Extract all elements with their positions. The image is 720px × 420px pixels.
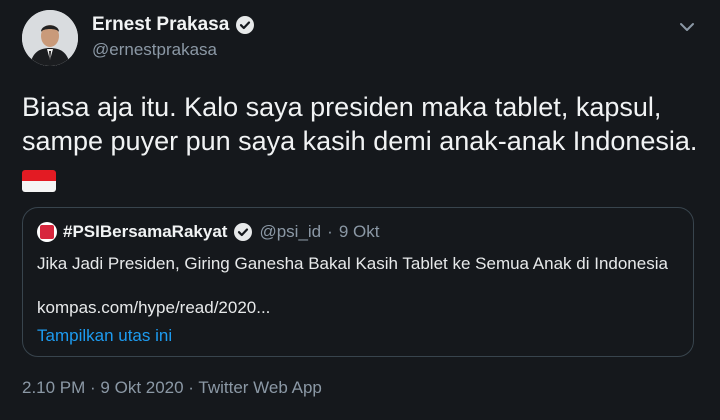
author-name[interactable]: Ernest Prakasa bbox=[92, 14, 229, 36]
show-thread-link[interactable]: Tampilkan utas ini bbox=[37, 326, 172, 346]
tweet-text-line: Biasa aja itu. Kalo saya presiden maka t… bbox=[22, 92, 662, 122]
quoted-link[interactable]: kompas.com/hype/read/2020... bbox=[37, 298, 270, 318]
quoted-avatar[interactable] bbox=[37, 222, 57, 242]
quoted-tweet[interactable]: #PSIBersamaRakyat @psi_id · 9 Okt Jika J… bbox=[22, 207, 694, 357]
indonesia-flag-icon bbox=[22, 170, 56, 192]
tweet-card: Ernest Prakasa @ernestprakasa Biasa aja … bbox=[0, 0, 720, 420]
tweet-text: Biasa aja itu. Kalo saya presiden maka t… bbox=[22, 90, 702, 158]
quoted-date[interactable]: 9 Okt bbox=[339, 222, 380, 242]
author-info: Ernest Prakasa @ernestprakasa bbox=[92, 14, 255, 60]
separator-dot: · bbox=[327, 222, 333, 241]
quoted-tweet-header: #PSIBersamaRakyat @psi_id · 9 Okt bbox=[37, 222, 379, 242]
quoted-author-handle[interactable]: @psi_id bbox=[259, 222, 321, 242]
tweet-text-line: sampe puyer pun saya kasih demi anak-ana… bbox=[22, 126, 698, 156]
quoted-author-name[interactable]: #PSIBersamaRakyat bbox=[63, 222, 227, 242]
author-avatar[interactable] bbox=[22, 10, 78, 66]
chevron-down-icon[interactable] bbox=[676, 16, 698, 38]
quoted-text: Jika Jadi Presiden, Giring Ganesha Bakal… bbox=[37, 254, 668, 273]
tweet-timestamp[interactable]: 2.10 PM · 9 Okt 2020 · Twitter Web App bbox=[22, 378, 322, 398]
author-handle[interactable]: @ernestprakasa bbox=[92, 40, 255, 60]
verified-badge-icon bbox=[235, 15, 255, 35]
verified-badge-icon bbox=[233, 222, 253, 242]
